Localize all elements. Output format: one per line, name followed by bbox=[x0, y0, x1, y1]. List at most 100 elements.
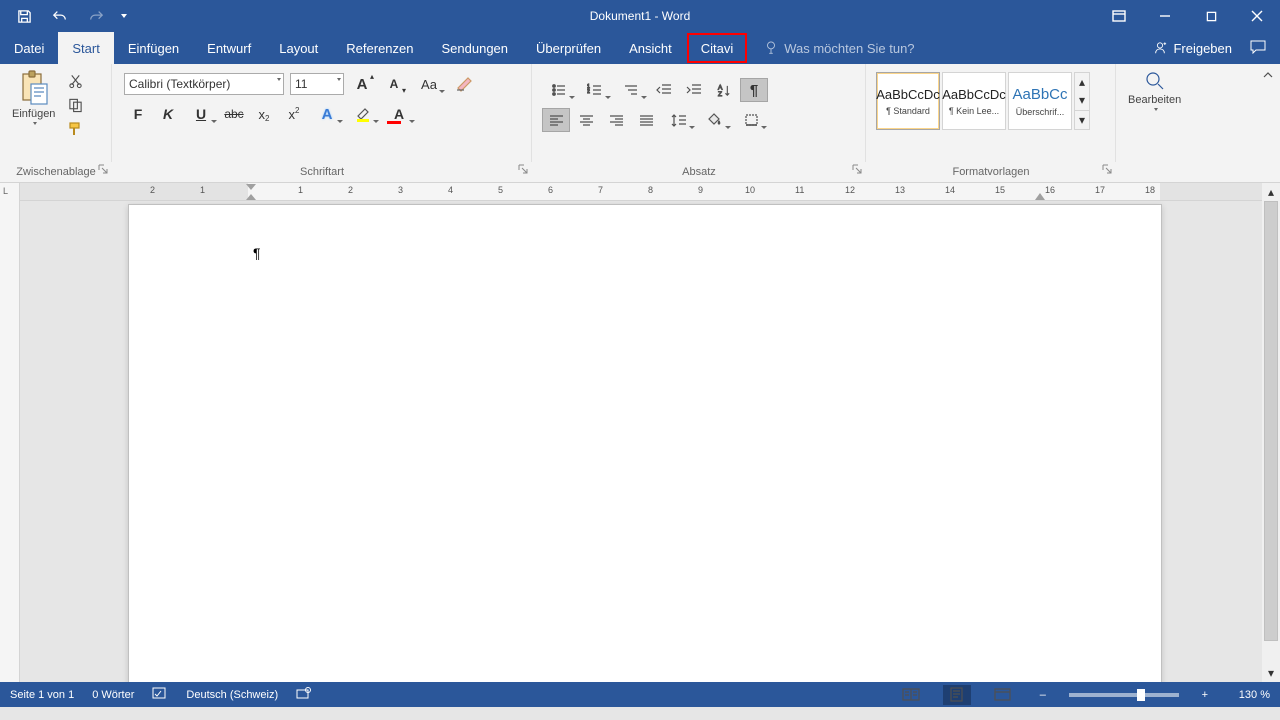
copy-button[interactable] bbox=[65, 96, 85, 114]
font-name-select[interactable]: Calibri (Textkörper) bbox=[124, 73, 284, 95]
text-effects-button[interactable]: A bbox=[310, 102, 344, 126]
macro-recording-icon[interactable] bbox=[296, 686, 312, 703]
line-spacing-button[interactable] bbox=[662, 108, 696, 132]
tab-design[interactable]: Entwurf bbox=[193, 32, 265, 64]
font-color-button[interactable]: A bbox=[382, 102, 416, 126]
language-indicator[interactable]: Deutsch (Schweiz) bbox=[186, 689, 278, 701]
ribbon-group-labels: Zwischenablage Schriftart Absatz Formatv… bbox=[0, 162, 1280, 182]
bullets-button[interactable] bbox=[542, 78, 576, 102]
minimize-button[interactable] bbox=[1142, 0, 1188, 32]
tab-view[interactable]: Ansicht bbox=[615, 32, 686, 64]
tab-file[interactable]: Datei bbox=[0, 32, 58, 64]
window-controls bbox=[1096, 0, 1280, 32]
document-page[interactable]: ¶ bbox=[128, 204, 1162, 682]
horizontal-ruler[interactable]: 2 1 1 2 3 4 5 6 7 8 9 10 11 12 13 14 15 … bbox=[20, 183, 1280, 201]
scroll-up-button[interactable]: ▴ bbox=[1262, 183, 1280, 201]
status-bar: Seite 1 von 1 0 Wörter Deutsch (Schweiz)… bbox=[0, 682, 1280, 707]
ribbon-tabs: Datei Start Einfügen Entwurf Layout Refe… bbox=[0, 32, 1280, 64]
tell-me-placeholder: Was möchten Sie tun? bbox=[784, 41, 914, 56]
zoom-slider-thumb[interactable] bbox=[1137, 689, 1145, 701]
shrink-font-button[interactable]: A▾ bbox=[380, 72, 408, 96]
read-mode-button[interactable] bbox=[897, 685, 925, 705]
print-layout-button[interactable] bbox=[943, 685, 971, 705]
decrease-indent-button[interactable] bbox=[650, 78, 678, 102]
zoom-slider[interactable] bbox=[1069, 693, 1179, 697]
window-title: Dokument1 - Word bbox=[590, 9, 690, 23]
font-dialog-launcher[interactable] bbox=[518, 164, 530, 176]
tab-review[interactable]: Überprüfen bbox=[522, 32, 615, 64]
vertical-ruler[interactable]: L bbox=[0, 183, 20, 682]
zoom-out-button[interactable]: – bbox=[1035, 689, 1051, 701]
styles-dialog-launcher[interactable] bbox=[1102, 164, 1114, 176]
group-paragraph: 12 AZ ¶ bbox=[532, 64, 866, 162]
redo-button[interactable] bbox=[80, 2, 112, 30]
scroll-thumb[interactable] bbox=[1264, 201, 1278, 641]
numbering-button[interactable]: 12 bbox=[578, 78, 612, 102]
style-no-spacing[interactable]: AaBbCcDc¶ Kein Lee... bbox=[942, 72, 1006, 130]
borders-button[interactable] bbox=[734, 108, 768, 132]
page-viewport[interactable]: ¶ bbox=[20, 201, 1262, 682]
share-button[interactable]: Freigeben bbox=[1153, 41, 1232, 56]
page-indicator[interactable]: Seite 1 von 1 bbox=[10, 689, 74, 701]
font-size-select[interactable]: 11 bbox=[290, 73, 344, 95]
style-standard[interactable]: AaBbCcDc¶ Standard bbox=[876, 72, 940, 130]
collapse-ribbon-button[interactable] bbox=[1262, 70, 1274, 84]
paragraph-mark-icon: ¶ bbox=[253, 245, 261, 261]
vertical-scrollbar[interactable]: ▴ ▾ bbox=[1262, 183, 1280, 682]
increase-indent-button[interactable] bbox=[680, 78, 708, 102]
paragraph-dialog-launcher[interactable] bbox=[852, 164, 864, 176]
undo-button[interactable] bbox=[44, 2, 76, 30]
svg-text:2: 2 bbox=[587, 89, 590, 95]
zoom-level[interactable]: 130 % bbox=[1239, 689, 1270, 701]
tab-insert[interactable]: Einfügen bbox=[114, 32, 193, 64]
tell-me-search[interactable]: Was möchten Sie tun? bbox=[764, 32, 914, 64]
styles-gallery-more[interactable]: ▴▾▾ bbox=[1074, 72, 1090, 130]
paste-button[interactable]: Einfügen bbox=[6, 68, 61, 127]
comments-icon[interactable] bbox=[1250, 40, 1266, 57]
subscript-button[interactable]: x2 bbox=[250, 102, 278, 126]
tab-mailings[interactable]: Sendungen bbox=[428, 32, 523, 64]
align-center-button[interactable] bbox=[572, 108, 600, 132]
clipboard-dialog-launcher[interactable] bbox=[98, 164, 110, 176]
tab-layout[interactable]: Layout bbox=[265, 32, 332, 64]
underline-button[interactable]: U bbox=[184, 102, 218, 126]
italic-button[interactable]: K bbox=[154, 102, 182, 126]
ribbon: Einfügen Calibri (Textkörper) 11 A▴ A▾ A… bbox=[0, 64, 1280, 183]
tab-references[interactable]: Referenzen bbox=[332, 32, 427, 64]
quick-access-toolbar bbox=[0, 2, 132, 30]
tab-citavi[interactable]: Citavi bbox=[687, 33, 748, 63]
grow-font-button[interactable]: A▴ bbox=[348, 72, 376, 96]
multilevel-list-button[interactable] bbox=[614, 78, 648, 102]
style-heading1[interactable]: AaBbCcÜberschrif... bbox=[1008, 72, 1072, 130]
align-left-button[interactable] bbox=[542, 108, 570, 132]
maximize-button[interactable] bbox=[1188, 0, 1234, 32]
close-button[interactable] bbox=[1234, 0, 1280, 32]
bold-button[interactable]: F bbox=[124, 102, 152, 126]
document-area: L 2 1 1 2 3 4 5 6 7 8 9 10 11 12 13 14 1… bbox=[0, 183, 1280, 682]
highlight-button[interactable] bbox=[346, 102, 380, 126]
title-bar: Dokument1 - Word bbox=[0, 0, 1280, 32]
strikethrough-button[interactable]: abc bbox=[220, 102, 248, 126]
zoom-in-button[interactable]: + bbox=[1197, 689, 1213, 701]
ribbon-display-options[interactable] bbox=[1096, 0, 1142, 32]
qat-customize[interactable] bbox=[116, 2, 132, 30]
format-painter-button[interactable] bbox=[65, 120, 85, 138]
align-right-button[interactable] bbox=[602, 108, 630, 132]
spelling-icon[interactable] bbox=[152, 686, 168, 703]
word-count[interactable]: 0 Wörter bbox=[92, 689, 134, 701]
justify-button[interactable] bbox=[632, 108, 660, 132]
web-layout-button[interactable] bbox=[989, 685, 1017, 705]
show-paragraph-marks-button[interactable]: ¶ bbox=[740, 78, 768, 102]
shading-button[interactable] bbox=[698, 108, 732, 132]
save-button[interactable] bbox=[8, 2, 40, 30]
group-editing: Bearbeiten bbox=[1116, 64, 1280, 162]
sort-button[interactable]: AZ bbox=[710, 78, 738, 102]
superscript-button[interactable]: x2 bbox=[280, 102, 308, 126]
scroll-down-button[interactable]: ▾ bbox=[1262, 664, 1280, 682]
find-button[interactable]: Bearbeiten bbox=[1122, 68, 1187, 113]
clear-formatting-button[interactable] bbox=[450, 72, 478, 96]
cut-button[interactable] bbox=[65, 72, 85, 90]
first-line-indent-marker[interactable] bbox=[246, 184, 256, 202]
tab-start[interactable]: Start bbox=[58, 32, 113, 64]
change-case-button[interactable]: Aa bbox=[412, 72, 446, 96]
